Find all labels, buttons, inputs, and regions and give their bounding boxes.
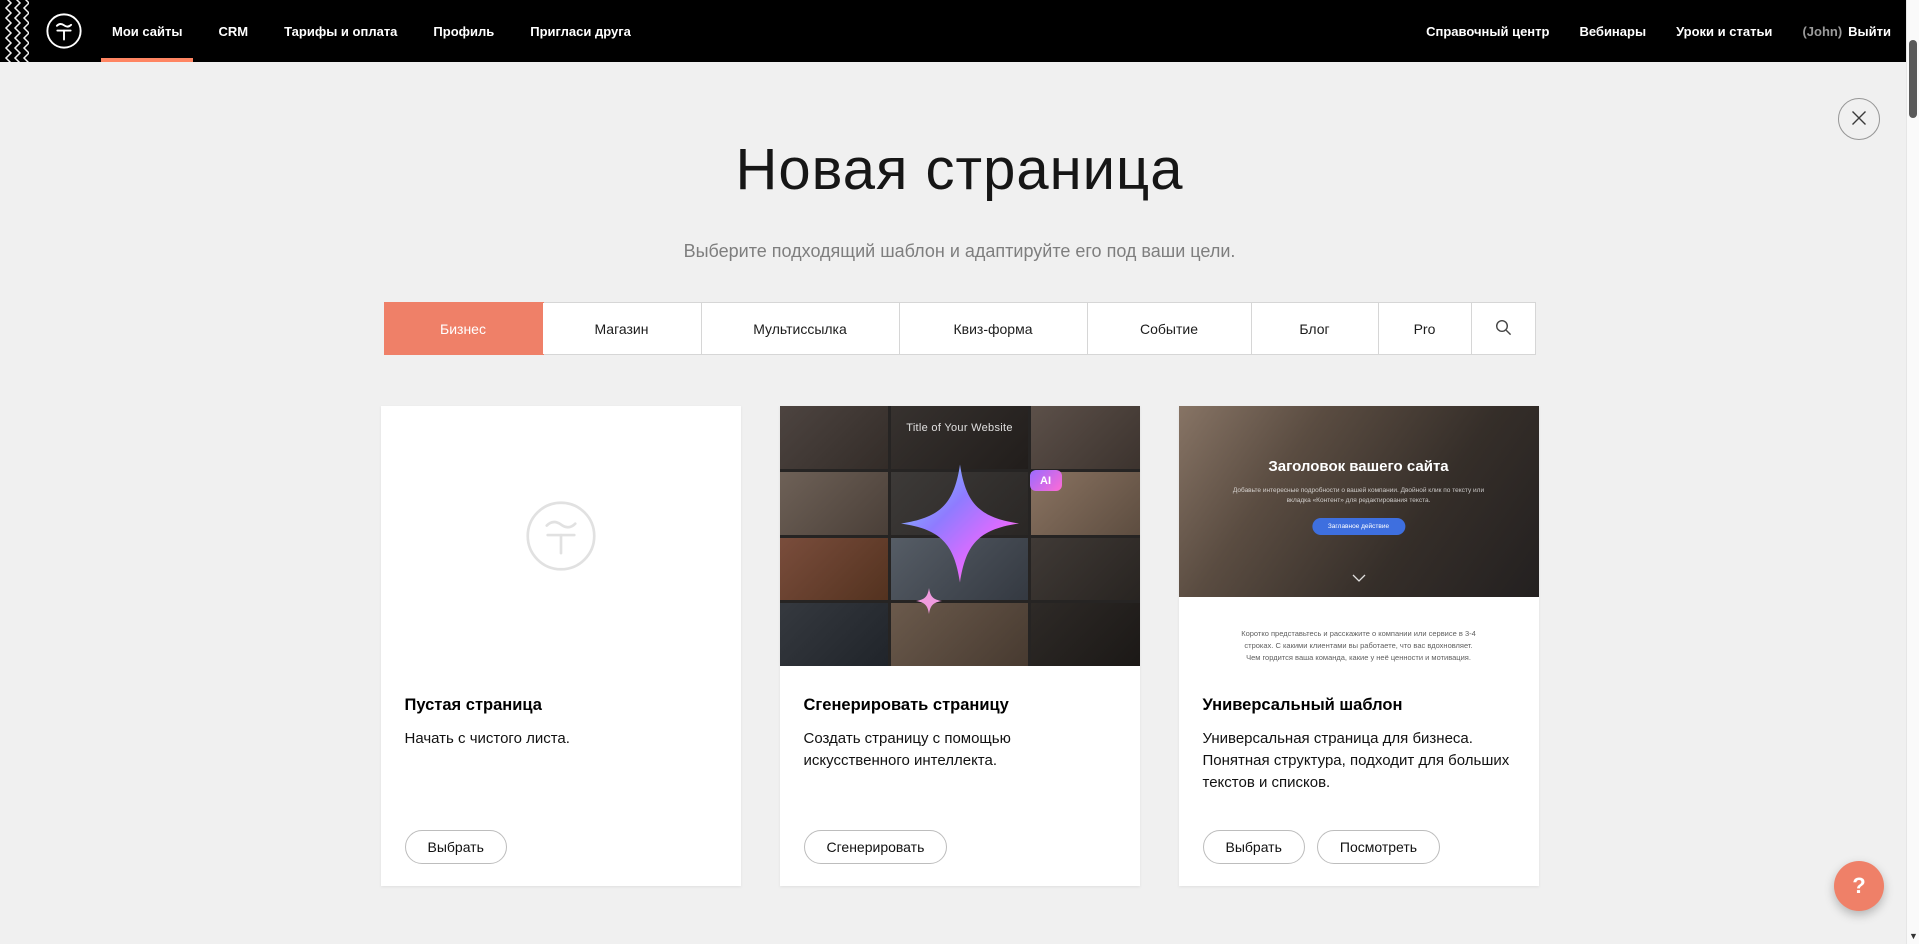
chevron-down-icon	[1352, 569, 1366, 587]
tab-event[interactable]: Событие	[1088, 303, 1252, 354]
tab-search[interactable]	[1472, 303, 1535, 354]
template-card-blank[interactable]: Пустая страница Начать с чистого листа. …	[381, 406, 741, 886]
zigzag-pattern-icon	[3, 0, 29, 62]
page-subtitle: Выберите подходящий шаблон и адаптируйте…	[0, 241, 1919, 262]
nav-item-lessons[interactable]: Уроки и статьи	[1676, 24, 1772, 39]
close-icon	[1851, 110, 1867, 129]
template-preview-image: Заголовок вашего сайта Добавьте интересн…	[1179, 406, 1539, 597]
card-buttons: Сгенерировать	[804, 830, 948, 864]
logout-link[interactable]: Выйти	[1848, 24, 1891, 39]
nav-item-profile[interactable]: Профиль	[430, 0, 497, 62]
choose-button[interactable]: Выбрать	[1203, 830, 1305, 864]
template-category-tabs: Бизнес Магазин Мультиссылка Квиз-форма С…	[384, 302, 1536, 355]
scrollbar-thumb[interactable]	[1909, 40, 1917, 118]
tab-quiz-form[interactable]: Квиз-форма	[900, 303, 1088, 354]
scrollbar-down-arrow-icon[interactable]: ▼	[1907, 932, 1919, 941]
nav-item-help-center[interactable]: Справочный центр	[1426, 24, 1549, 39]
card-description: Универсальная страница для бизнеса. Поня…	[1203, 728, 1515, 794]
ai-preview-image: Title of Your Website	[780, 406, 1140, 666]
main-nav: Мои сайты CRM Тарифы и оплата Профиль Пр…	[109, 0, 634, 62]
tab-blog[interactable]: Блог	[1252, 303, 1379, 354]
top-header: Мои сайты CRM Тарифы и оплата Профиль Пр…	[0, 0, 1919, 62]
ai-sparkle-small-icon	[916, 588, 942, 619]
secondary-nav: Справочный центр Вебинары Уроки и статьи…	[1426, 0, 1891, 62]
tab-pro[interactable]: Pro	[1379, 303, 1472, 354]
tab-multilink[interactable]: Мультиссылка	[702, 303, 900, 354]
help-button[interactable]: ?	[1834, 861, 1884, 911]
card-description: Создать страницу с помощью искусственног…	[804, 728, 1116, 772]
template-grid: Пустая страница Начать с чистого листа. …	[381, 406, 1539, 944]
user-name: (John)	[1802, 24, 1842, 39]
ai-sparkle-icon	[901, 464, 1019, 587]
template-card-universal[interactable]: Заголовок вашего сайта Добавьте интересн…	[1179, 406, 1539, 886]
page-title: Новая страница	[0, 136, 1919, 203]
preview-button[interactable]: Посмотреть	[1317, 830, 1440, 864]
scrollbar[interactable]: ▼	[1906, 0, 1919, 944]
template-card-ai-generate[interactable]: Title of Your Website	[780, 406, 1140, 886]
preview-heading: Заголовок вашего сайта	[1179, 458, 1539, 475]
nav-item-webinars[interactable]: Вебинары	[1579, 24, 1646, 39]
nav-item-my-sites[interactable]: Мои сайты	[109, 0, 185, 62]
nav-item-tariffs[interactable]: Тарифы и оплата	[281, 0, 400, 62]
nav-item-crm[interactable]: CRM	[215, 0, 251, 62]
user-box: (John) Выйти	[1802, 24, 1891, 39]
nav-item-invite-friend[interactable]: Пригласи друга	[527, 0, 634, 62]
ai-preview-site-title: Title of Your Website	[780, 422, 1140, 434]
preview-cta-button: Заглавное действие	[1312, 518, 1405, 535]
card-buttons: Выбрать Посмотреть	[1203, 830, 1441, 864]
tab-shop[interactable]: Магазин	[543, 303, 702, 354]
card-title: Универсальный шаблон	[1203, 696, 1515, 715]
card-buttons: Выбрать	[405, 830, 507, 864]
preview-subtext: Добавьте интересные подробности о вашей …	[1233, 486, 1485, 507]
choose-button[interactable]: Выбрать	[405, 830, 507, 864]
ai-badge: AI	[1030, 470, 1062, 491]
preview-body-text: Коротко представьтесь и расскажите о ком…	[1240, 628, 1478, 664]
card-description: Начать с чистого листа.	[405, 728, 717, 750]
search-icon	[1495, 319, 1512, 339]
card-title: Пустая страница	[405, 696, 717, 715]
close-button[interactable]	[1838, 98, 1880, 140]
generate-button[interactable]: Сгенерировать	[804, 830, 948, 864]
card-title: Сгенерировать страницу	[804, 696, 1116, 715]
tab-business[interactable]: Бизнес	[384, 302, 544, 355]
tilda-watermark-icon	[523, 498, 599, 579]
tilda-logo-icon[interactable]	[45, 12, 83, 50]
